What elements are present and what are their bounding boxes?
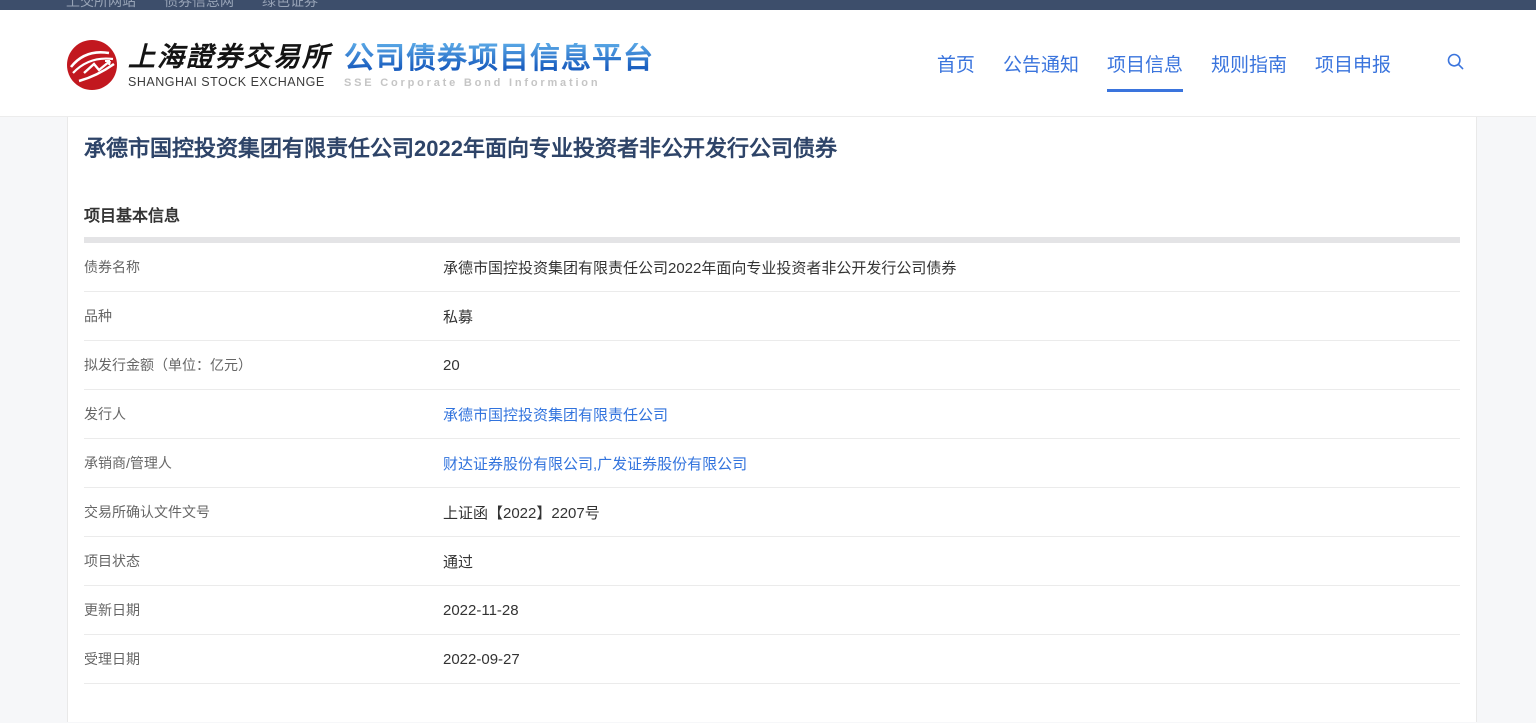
info-row-value: 承德市国控投资集团有限责任公司2022年面向专业投资者非公开发行公司债券: [443, 257, 956, 278]
info-row: 受理日期2022-09-27: [84, 635, 1460, 684]
nav-item-announcements[interactable]: 公告通知: [1003, 50, 1079, 92]
info-table: 债券名称承德市国控投资集团有限责任公司2022年面向专业投资者非公开发行公司债券…: [84, 243, 1460, 684]
info-row-value: 20: [443, 357, 460, 374]
info-row-label: 项目状态: [84, 551, 443, 571]
nav-item-home[interactable]: 首页: [937, 50, 975, 92]
search-icon[interactable]: [1446, 52, 1465, 71]
info-row-label: 债券名称: [84, 257, 443, 277]
section-title: 项目基本信息: [84, 202, 1476, 226]
info-row: 交易所确认文件文号上证函【2022】2207号: [84, 488, 1460, 537]
topbar: 上交所网站 债券信息网 绿色证券: [0, 0, 1536, 10]
topbar-link-bond-info[interactable]: 债券信息网: [164, 0, 234, 9]
info-row-value: 2022-09-27: [443, 651, 520, 668]
nav-item-rules-guide[interactable]: 规则指南: [1211, 50, 1287, 92]
info-row: 承销商/管理人财达证券股份有限公司,广发证券股份有限公司: [84, 439, 1460, 488]
info-row: 项目状态通过: [84, 537, 1460, 586]
info-row-value: 上证函【2022】2207号: [443, 502, 600, 523]
nav-item-project-info[interactable]: 项目信息: [1107, 50, 1183, 92]
info-row-label: 受理日期: [84, 649, 443, 669]
info-row-label: 拟发行金额（单位：亿元）: [84, 355, 443, 375]
info-row-label: 交易所确认文件文号: [84, 502, 443, 522]
logo-text-block: 上海證券交易所 SHANGHAI STOCK EXCHANGE: [128, 40, 331, 89]
info-row: 品种私募: [84, 292, 1460, 341]
info-row-label: 品种: [84, 306, 443, 326]
info-row-label: 承销商/管理人: [84, 453, 443, 473]
info-row-label: 更新日期: [84, 600, 443, 620]
info-row-value: 通过: [443, 551, 473, 572]
info-row-value: 私募: [443, 306, 473, 327]
header: 上海證券交易所 SHANGHAI STOCK EXCHANGE 公司债券项目信息…: [0, 10, 1536, 117]
info-row-label: 发行人: [84, 404, 443, 424]
logo-en-name: SHANGHAI STOCK EXCHANGE: [128, 75, 331, 89]
sse-logo-icon: [67, 40, 117, 90]
topbar-links: 上交所网站 债券信息网 绿色证券: [0, 0, 1536, 9]
content-card: 承德市国控投资集团有限责任公司2022年面向专业投资者非公开发行公司债券 项目基…: [67, 117, 1477, 722]
topbar-link-sse-site[interactable]: 上交所网站: [66, 0, 136, 9]
topbar-link-green-securities[interactable]: 绿色证券: [262, 0, 318, 9]
info-row-value-link[interactable]: 承德市国控投资集团有限责任公司: [443, 404, 668, 425]
info-row: 更新日期2022-11-28: [84, 586, 1460, 635]
info-row: 发行人承德市国控投资集团有限责任公司: [84, 390, 1460, 439]
platform-title-block: 公司债券项目信息平台 SSE Corporate Bond Informatio…: [344, 40, 654, 89]
info-row: 拟发行金额（单位：亿元）20: [84, 341, 1460, 390]
nav-item-project-application[interactable]: 项目申报: [1315, 50, 1391, 92]
platform-title-en: SSE Corporate Bond Information: [344, 77, 654, 89]
info-row: 债券名称承德市国控投资集团有限责任公司2022年面向专业投资者非公开发行公司债券: [84, 243, 1460, 292]
page-title: 承德市国控投资集团有限责任公司2022年面向专业投资者非公开发行公司债券: [84, 136, 1476, 162]
page-body: 承德市国控投资集团有限责任公司2022年面向专业投资者非公开发行公司债券 项目基…: [0, 117, 1536, 722]
logo-cn-name: 上海證券交易所: [128, 43, 331, 73]
info-row-value: 2022-11-28: [443, 602, 519, 619]
info-row-value-link[interactable]: 财达证券股份有限公司,广发证券股份有限公司: [443, 453, 747, 474]
platform-title-cn: 公司债券项目信息平台: [344, 43, 654, 74]
main-nav: 首页 公告通知 项目信息 规则指南 项目申报: [937, 50, 1465, 92]
logo: 上海證券交易所 SHANGHAI STOCK EXCHANGE 公司债券项目信息…: [67, 40, 654, 90]
